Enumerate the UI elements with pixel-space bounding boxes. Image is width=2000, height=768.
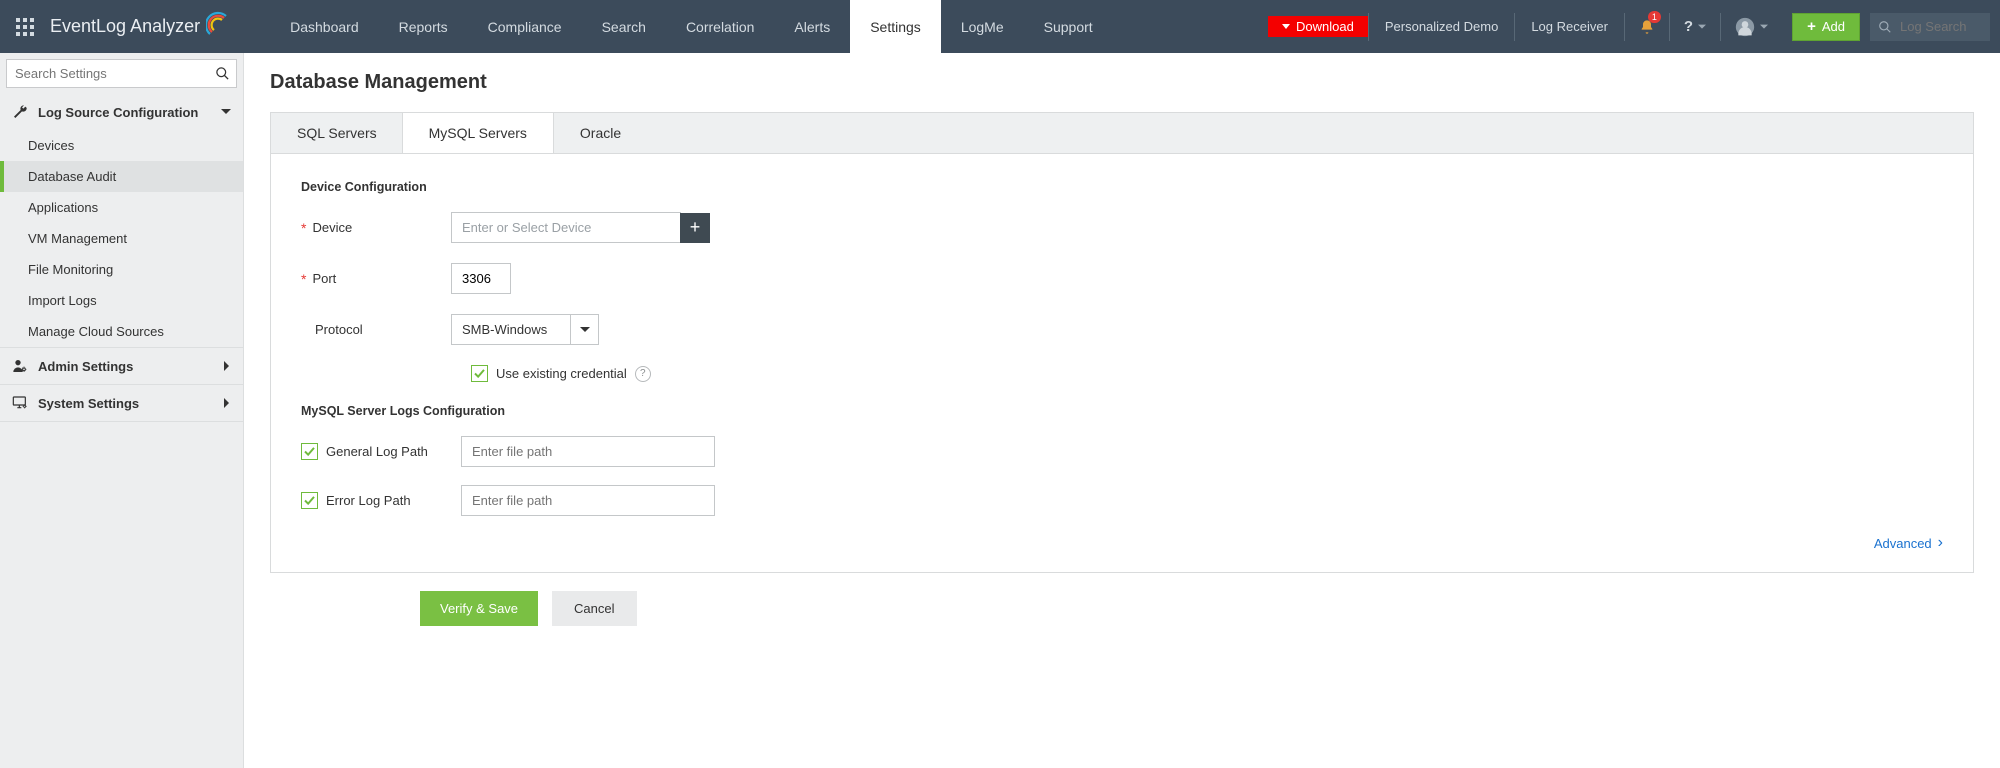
notification-bell-icon[interactable]: 1 [1624,13,1669,41]
search-icon[interactable] [215,66,230,81]
search-settings-input[interactable] [7,60,215,87]
help-icon: ? [1684,18,1693,35]
device-config-heading: Device Configuration [301,180,1943,194]
add-button[interactable]: Add [1792,13,1860,41]
sidebar-header-system[interactable]: System Settings [0,385,243,421]
help-tooltip-icon[interactable]: ? [635,366,651,382]
chevron-down-icon [221,107,231,117]
row-port: *Port [301,263,1943,294]
nav-compliance[interactable]: Compliance [468,0,582,53]
app-grid-icon[interactable] [0,18,50,36]
protocol-label: Protocol [301,322,451,337]
device-input[interactable] [451,212,681,243]
tab-mysql-servers[interactable]: MySQL Servers [402,113,554,153]
monitor-gear-icon [12,395,28,411]
page-title: Database Management [270,71,1974,94]
sidebar-section-label: Admin Settings [38,359,133,374]
db-tabs: SQL Servers MySQL Servers Oracle [270,112,1974,154]
download-label: Download [1296,19,1354,34]
add-label: Add [1822,19,1845,34]
row-protocol: Protocol SMB-Windows [301,314,1943,345]
search-icon [1878,20,1892,34]
use-existing-checkbox[interactable] [471,365,488,382]
sidebar-section-label: Log Source Configuration [38,105,198,120]
device-label: *Device [301,220,451,236]
error-log-label: Error Log Path [301,492,461,509]
sidebar-item-file-monitoring[interactable]: File Monitoring [0,254,243,285]
user-avatar-icon [1735,17,1755,37]
app-logo[interactable]: EventLog Analyzer [50,10,230,43]
sidebar-header-admin[interactable]: Admin Settings [0,348,243,384]
top-nav: Dashboard Reports Compliance Search Corr… [270,0,1113,53]
sidebar-item-manage-cloud[interactable]: Manage Cloud Sources [0,316,243,347]
verify-save-button[interactable]: Verify & Save [420,591,538,626]
user-gear-icon [12,358,28,374]
nav-logme[interactable]: LogMe [941,0,1024,53]
chevron-right-icon [223,361,231,371]
logs-config-heading: MySQL Server Logs Configuration [301,404,1943,418]
wrench-icon [12,104,28,120]
logo-swoosh-icon [206,10,230,43]
search-settings-wrap [6,59,237,88]
advanced-link[interactable]: Advanced [1874,534,1943,552]
error-log-input[interactable] [461,485,715,516]
port-label: *Port [301,271,451,287]
chevron-down-icon [571,314,599,345]
sidebar-item-vm-management[interactable]: VM Management [0,223,243,254]
content-area: Database Management SQL Servers MySQL Se… [244,53,2000,768]
row-error-log: Error Log Path [301,485,1943,516]
nav-reports[interactable]: Reports [379,0,468,53]
notification-badge: 1 [1648,11,1661,23]
personalized-demo-link[interactable]: Personalized Demo [1368,13,1514,41]
sidebar-item-applications[interactable]: Applications [0,192,243,223]
tab-sql-servers[interactable]: SQL Servers [271,113,403,153]
sidebar-item-devices[interactable]: Devices [0,130,243,161]
sidebar-section-log-source: Log Source Configuration Devices Databas… [0,94,243,348]
general-log-checkbox[interactable] [301,443,318,460]
error-log-checkbox[interactable] [301,492,318,509]
sidebar-item-import-logs[interactable]: Import Logs [0,285,243,316]
tab-oracle[interactable]: Oracle [554,113,647,153]
sidebar-section-system: System Settings [0,385,243,422]
log-receiver-link[interactable]: Log Receiver [1514,13,1624,41]
button-row: Verify & Save Cancel [420,591,1974,626]
sidebar: Log Source Configuration Devices Databas… [0,53,244,768]
form-area: Device Configuration *Device + *Port Pro… [270,154,1974,573]
app-name: EventLog Analyzer [50,16,200,37]
general-log-label: General Log Path [301,443,461,460]
row-use-existing: Use existing credential ? [471,365,1943,382]
nav-settings[interactable]: Settings [850,0,941,53]
required-mark: * [301,220,306,236]
add-device-button[interactable]: + [680,213,710,243]
protocol-select[interactable]: SMB-Windows [451,314,599,345]
use-existing-label: Use existing credential [496,366,627,381]
required-mark: * [301,271,306,287]
top-header: EventLog Analyzer Dashboard Reports Comp… [0,0,2000,53]
advanced-row: Advanced [301,534,1943,552]
sidebar-item-database-audit[interactable]: Database Audit [0,161,243,192]
sidebar-section-label: System Settings [38,396,139,411]
nav-search[interactable]: Search [582,0,666,53]
chevron-right-icon [223,398,231,408]
nav-alerts[interactable]: Alerts [774,0,850,53]
cancel-button[interactable]: Cancel [552,591,636,626]
port-input[interactable] [451,263,511,294]
row-general-log: General Log Path [301,436,1943,467]
nav-support[interactable]: Support [1024,0,1113,53]
help-menu[interactable]: ? [1669,13,1720,41]
row-device: *Device + [301,212,1943,243]
top-right-bar: Download Personalized Demo Log Receiver … [1268,0,2000,53]
sidebar-section-admin: Admin Settings [0,348,243,385]
nav-correlation[interactable]: Correlation [666,0,774,53]
sidebar-header-log-source[interactable]: Log Source Configuration [0,94,243,130]
protocol-value: SMB-Windows [451,314,571,345]
log-search-wrap [1870,13,2000,41]
nav-dashboard[interactable]: Dashboard [270,0,379,53]
user-menu[interactable] [1720,13,1782,41]
general-log-input[interactable] [461,436,715,467]
download-button[interactable]: Download [1268,16,1368,37]
